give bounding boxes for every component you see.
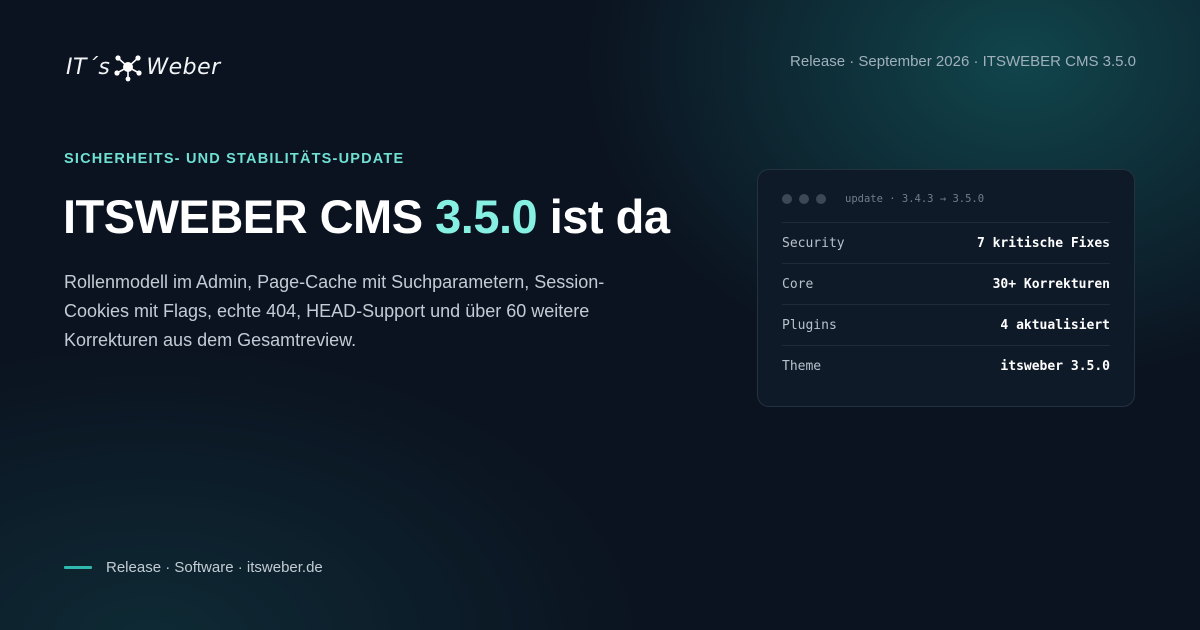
footer: Release · Software · itsweber.de: [64, 557, 323, 577]
title-version: 3.5.0: [435, 190, 538, 243]
summary-key: Theme: [782, 358, 822, 374]
footer-text: Release · Software · itsweber.de: [106, 558, 323, 576]
summary-row-security: Security 7 kritische Fixes: [782, 222, 1110, 263]
logo-text-left: IT´s: [66, 54, 111, 80]
page-title: ITSWEBER CMS 3.5.0 ist da: [63, 189, 670, 244]
update-card: update · 3.4.3 → 3.5.0 Security 7 kritis…: [757, 169, 1135, 407]
summary-key: Plugins: [782, 317, 837, 333]
card-header: update · 3.4.3 → 3.5.0: [782, 192, 984, 206]
window-dot-icon: [782, 194, 792, 204]
summary-row-theme: Theme itsweber 3.5.0: [782, 345, 1110, 386]
window-dot-icon: [799, 194, 809, 204]
summary-key: Security: [782, 235, 845, 251]
logo-text-right: Weber: [146, 54, 221, 80]
summary-value: 30+ Korrekturen: [992, 276, 1110, 292]
summary-row-core: Core 30+ Korrekturen: [782, 263, 1110, 304]
update-summary-list: Security 7 kritische Fixes Core 30+ Korr…: [782, 222, 1110, 386]
release-meta: Release · September 2026 · ITSWEBER CMS …: [790, 53, 1136, 70]
brand-logo[interactable]: IT´s Weber: [66, 50, 221, 84]
kicker-label: SICHERHEITS- UND STABILITÄTS-UPDATE: [64, 151, 405, 167]
summary-value: 7 kritische Fixes: [976, 235, 1110, 251]
update-command: update · 3.4.3 → 3.5.0: [845, 193, 985, 205]
window-dot-icon: [816, 194, 826, 204]
summary-value: 4 aktualisiert: [1000, 317, 1110, 333]
molecule-icon: [114, 55, 142, 82]
summary-key: Core: [782, 276, 814, 292]
title-suffix: ist da: [549, 190, 670, 243]
title-prefix: ITSWEBER CMS: [63, 190, 423, 243]
summary-row-plugins: Plugins 4 aktualisiert: [782, 304, 1110, 345]
footer-accent-line: [64, 565, 92, 569]
summary-value: itsweber 3.5.0: [1000, 358, 1110, 374]
lead-text: Rollenmodell im Admin, Page-Cache mit Su…: [64, 272, 605, 350]
